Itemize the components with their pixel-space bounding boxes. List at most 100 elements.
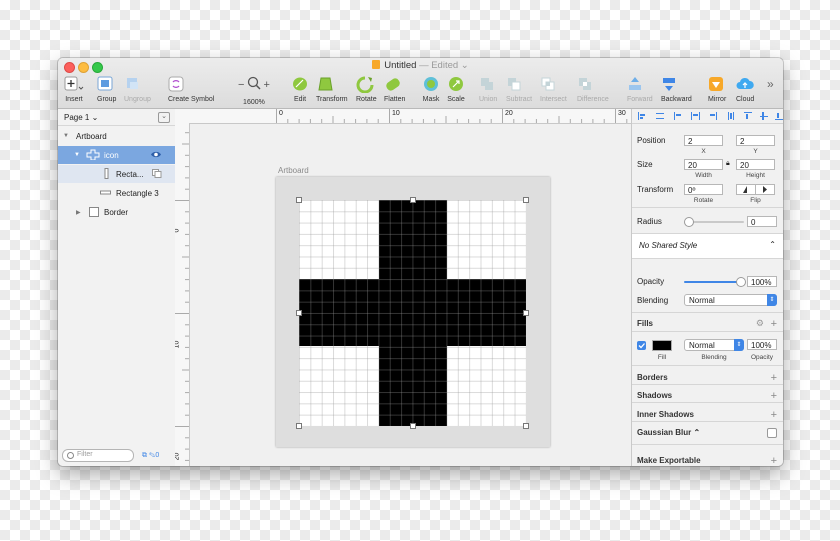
vertical-ruler[interactable]: 0 10 20: [175, 123, 190, 466]
mirror-button[interactable]: Mirror: [708, 76, 726, 103]
radius-field[interactable]: 0: [747, 216, 777, 227]
resize-handle[interactable]: [523, 423, 529, 429]
add-export-icon[interactable]: +: [771, 456, 777, 467]
opacity-field[interactable]: 100%: [747, 276, 777, 287]
collapse-pages-icon[interactable]: ⌄: [158, 112, 170, 123]
pixel-grid: [299, 200, 526, 426]
copy-icon: ⧉: [142, 452, 147, 459]
layer-icon[interactable]: ▼ icon: [58, 146, 175, 164]
radius-slider[interactable]: [688, 221, 744, 223]
disclosure-icon[interactable]: ▼: [63, 133, 69, 139]
edit-button[interactable]: Edit: [292, 76, 308, 103]
insert-button[interactable]: Insert: [64, 76, 84, 103]
zoom-control[interactable]: − + 1600%: [238, 76, 270, 106]
rotate-button[interactable]: Rotate: [356, 76, 377, 103]
divider: [632, 312, 783, 313]
y-field[interactable]: 2: [736, 135, 775, 146]
eye-icon[interactable]: [150, 149, 162, 160]
group-button[interactable]: Group: [97, 76, 116, 103]
page-selector[interactable]: Page 1 ⌄ ⌄: [58, 109, 175, 126]
subtract-button[interactable]: Subtract: [506, 76, 532, 103]
icon-layer[interactable]: [299, 200, 526, 426]
layer-border[interactable]: ▶ Border: [58, 203, 175, 221]
cloud-button[interactable]: Cloud: [736, 76, 754, 103]
filter-options[interactable]: ⧉ ✎0: [142, 452, 159, 460]
edit-icon: [292, 76, 308, 93]
flip-buttons[interactable]: [736, 184, 775, 195]
add-shadow-icon[interactable]: +: [771, 391, 777, 402]
resize-handle[interactable]: [296, 310, 302, 316]
create-symbol-button[interactable]: Create Symbol: [168, 76, 214, 103]
alignment-bar: [632, 109, 783, 124]
union-icon: [479, 76, 497, 93]
more-toolbar-button[interactable]: »: [767, 77, 774, 91]
flip-icon: [743, 185, 767, 194]
artboard-title[interactable]: Artboard: [278, 166, 309, 175]
opacity-slider[interactable]: [684, 281, 740, 283]
resize-handle[interactable]: [523, 310, 529, 316]
height-field[interactable]: 20: [736, 159, 775, 170]
rotate-field[interactable]: 0º: [684, 184, 723, 195]
chevron-updown-icon: ⌃: [769, 240, 776, 249]
layer-rectangle[interactable]: Recta...: [58, 165, 175, 183]
ruler-label: 10: [392, 110, 400, 117]
page-label: Page 1 ⌄: [64, 113, 99, 122]
ruler-ticks: [276, 109, 628, 123]
mirror-icon: [708, 76, 726, 93]
resize-handle[interactable]: [523, 197, 529, 203]
width-field[interactable]: 20: [684, 159, 723, 170]
transform-button[interactable]: Transform: [316, 76, 348, 103]
fills-section-title: Fills: [637, 319, 654, 328]
gear-icon[interactable]: ⚙: [756, 318, 764, 329]
flatten-button[interactable]: Flatten: [384, 76, 405, 103]
backward-button[interactable]: Backward: [661, 76, 692, 103]
disclosure-icon[interactable]: ▼: [74, 152, 80, 158]
fill-opacity-field[interactable]: 100%: [747, 339, 777, 350]
fill-enabled-checkbox[interactable]: [637, 341, 646, 350]
mask-button[interactable]: Mask: [422, 76, 440, 103]
resize-handle[interactable]: [296, 423, 302, 429]
horizontal-ruler[interactable]: 0 10 20 30: [175, 109, 631, 124]
opacity-slider-knob[interactable]: [736, 277, 746, 287]
position-label: Position: [637, 136, 666, 145]
ruler-label: 10: [175, 340, 181, 349]
boolean-operation-icon[interactable]: [152, 169, 162, 178]
zoom-in-button[interactable]: +: [263, 79, 269, 91]
resize-handle[interactable]: [410, 423, 416, 429]
x-field[interactable]: 2: [684, 135, 723, 146]
radius-slider-knob[interactable]: [684, 217, 694, 227]
ungroup-button[interactable]: Ungroup: [124, 76, 151, 103]
layer-artboard[interactable]: ▼ Artboard: [58, 127, 175, 145]
shared-style-select[interactable]: No Shared Style ⌃: [632, 234, 783, 258]
vertical-rectangle-icon: [104, 168, 110, 179]
add-border-icon[interactable]: +: [771, 373, 777, 384]
window-title: Untitled — Edited ⌄: [58, 60, 783, 71]
forward-button[interactable]: Forward: [627, 76, 653, 103]
shadows-section-title[interactable]: Shadows: [637, 391, 672, 400]
radius-label: Radius: [637, 217, 662, 226]
document-icon: [372, 60, 381, 69]
layer-rectangle-3[interactable]: Rectangle 3: [58, 184, 175, 202]
add-fill-icon[interactable]: +: [771, 319, 777, 330]
difference-button[interactable]: Difference: [577, 76, 609, 103]
disclosure-icon[interactable]: ▶: [76, 209, 81, 216]
lock-proportions-icon[interactable]: 🔒︎: [726, 160, 730, 168]
fill-color-swatch[interactable]: [652, 340, 672, 351]
horizontal-rectangle-icon: [100, 190, 112, 196]
fill-blending-select[interactable]: Normal ⇕: [684, 339, 744, 351]
scale-button[interactable]: Scale: [447, 76, 465, 103]
make-exportable-title[interactable]: Make Exportable: [637, 456, 701, 465]
resize-handle[interactable]: [410, 197, 416, 203]
borders-section-title[interactable]: Borders: [637, 373, 668, 382]
union-button[interactable]: Union: [479, 76, 497, 103]
intersect-button[interactable]: Intersect: [540, 76, 567, 103]
zoom-out-button[interactable]: −: [238, 79, 244, 91]
divider: [632, 421, 783, 422]
add-inner-shadow-icon[interactable]: +: [771, 410, 777, 421]
blending-select[interactable]: Normal ⇕: [684, 294, 777, 306]
blur-section-title[interactable]: Gaussian Blur ⌃: [637, 428, 700, 437]
inner-shadows-section-title[interactable]: Inner Shadows: [637, 410, 694, 419]
blur-checkbox[interactable]: [767, 428, 777, 438]
layer-filter-input[interactable]: Filter: [62, 449, 134, 462]
resize-handle[interactable]: [296, 197, 302, 203]
